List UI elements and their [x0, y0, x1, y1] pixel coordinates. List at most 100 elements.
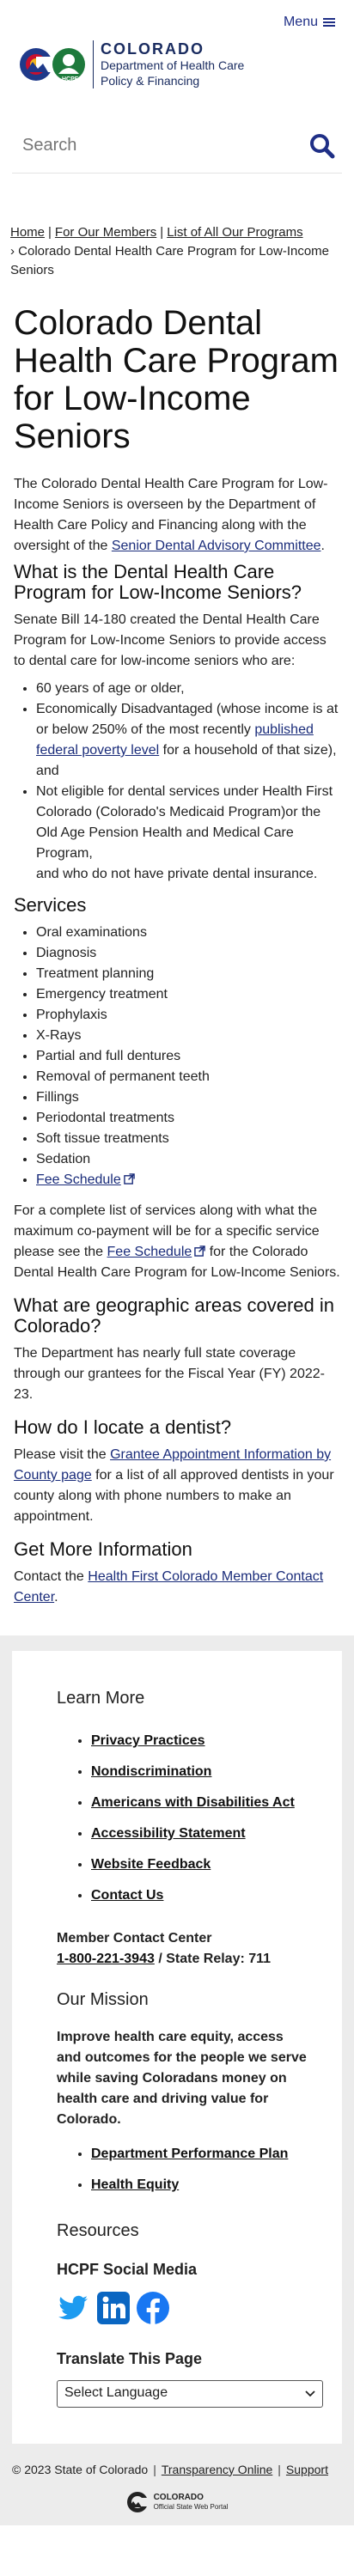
breadcrumb-for-our-members[interactable]: For Our Members	[55, 225, 156, 240]
department-performance-plan-link[interactable]: Department Performance Plan	[91, 2147, 288, 2161]
mission-text: Improve health care equity, access and o…	[57, 2030, 307, 2127]
list-item: Accessibility Statement	[91, 1818, 311, 1849]
footer-bottom-bar: © 2023 State of Colorado | Transparency …	[0, 2443, 354, 2526]
portal-subtitle: Official State Web Portal	[153, 2503, 229, 2512]
list-item: 60 years of age or older,	[36, 679, 340, 699]
contact-us-link[interactable]: Contact Us	[91, 1888, 163, 1903]
geo-heading: What are geographic areas covered in Col…	[14, 1294, 334, 1337]
list-item: Soft tissue treatments	[36, 1129, 340, 1149]
agency-name: COLORADO Department of Health Care Polic…	[101, 40, 244, 88]
agency-dept-line1: Department of Health Care	[101, 58, 245, 72]
more-info-text-before: Contact the	[14, 1569, 88, 1584]
social-links	[57, 2291, 311, 2325]
main-content: Colorado Dental Health Care Program for …	[0, 280, 354, 1608]
list-item: Privacy Practices	[91, 1726, 311, 1757]
breadcrumb-current: Colorado Dental Health Care Program for …	[10, 244, 330, 277]
search-icon[interactable]	[309, 133, 335, 159]
fee-schedule-link[interactable]: Fee Schedule	[36, 1172, 121, 1187]
list-item: Department Performance Plan	[91, 2139, 311, 2170]
list-item: Website Feedback	[91, 1849, 311, 1880]
twitter-icon[interactable]	[57, 2291, 91, 2325]
hcpf-brandmark: HCPF	[19, 38, 88, 91]
list-item: Fee Schedule	[36, 1170, 340, 1191]
health-equity-link[interactable]: Health Equity	[91, 2177, 179, 2192]
footer-bottom-links: © 2023 State of Colorado | Transparency …	[12, 2461, 342, 2480]
list-item: Nondiscrimination	[91, 1757, 311, 1787]
colorado-c-icon	[126, 2492, 149, 2513]
mission-heading: Our Mission	[57, 1990, 149, 2009]
portal-text: COLORADO Official State Web Portal	[154, 2493, 229, 2512]
member-contact-center: Member Contact Center 1-800-221-3943 / S…	[57, 1928, 311, 1970]
breadcrumb-separator: |	[48, 225, 52, 240]
footer-card: Learn More Privacy Practices Nondiscrimi…	[12, 1651, 342, 2444]
portal-name: COLORADO	[153, 2493, 204, 2503]
menu-label: Menu	[283, 15, 318, 29]
logo-divider	[93, 40, 94, 88]
agency-state-name: COLORADO	[101, 40, 204, 58]
list-item: Treatment planning	[36, 964, 340, 984]
more-info-text-after: .	[54, 1590, 58, 1605]
language-select[interactable]: Select Language	[57, 2379, 323, 2408]
list-item: Diagnosis	[36, 943, 340, 964]
hamburger-icon	[323, 16, 335, 28]
list-item: Prophylaxis	[36, 1005, 340, 1026]
search-input[interactable]	[22, 136, 280, 155]
services-list: Oral examinations Diagnosis Treatment pl…	[36, 923, 340, 1191]
site-header: Menu HCPF COLORADO Department of Health …	[0, 0, 354, 103]
list-item: Sedation	[36, 1149, 340, 1170]
breadcrumb-list-of-programs[interactable]: List of All Our Programs	[167, 225, 302, 240]
list-item: Oral examinations	[36, 923, 340, 943]
list-item: Emergency treatment	[36, 984, 340, 1005]
more-info-paragraph: Contact the Health First Colorado Member…	[14, 1567, 340, 1608]
fee-schedule-inline-link[interactable]: Fee Schedule	[107, 1245, 192, 1259]
privacy-practices-link[interactable]: Privacy Practices	[91, 1733, 205, 1748]
section-what-is-heading: What is the Dental Health Care Program f…	[14, 561, 302, 603]
locate-heading: How do I locate a dentist?	[14, 1416, 232, 1438]
linkedin-icon[interactable]	[96, 2291, 131, 2325]
eligibility-list: 60 years of age or older, Economically D…	[36, 679, 340, 885]
facebook-icon[interactable]	[136, 2291, 170, 2325]
locate-paragraph: Please visit the Grantee Appointment Inf…	[14, 1445, 340, 1527]
list-item: Fillings	[36, 1087, 340, 1108]
language-select-value: Select Language	[64, 2385, 168, 2401]
learn-more-list: Privacy Practices Nondiscrimination Amer…	[91, 1726, 311, 1911]
resources-heading: Resources	[57, 2221, 139, 2240]
external-link-icon	[123, 1173, 135, 1184]
menu-button[interactable]: Menu	[284, 12, 335, 33]
mission-links: Department Performance Plan Health Equit…	[91, 2139, 311, 2201]
contact-title: Member Contact Center	[57, 1931, 212, 1946]
hcpf-badge-text: HCPF	[62, 76, 79, 82]
transparency-online-link[interactable]: Transparency Online	[162, 2461, 272, 2480]
site-logo[interactable]: HCPF COLORADO Department of Health Care …	[19, 38, 244, 91]
breadcrumb: Home | For Our Members | List of All Our Pro…	[0, 174, 354, 280]
external-link-icon	[194, 1245, 206, 1257]
list-item: Partial and full dentures	[36, 1046, 340, 1067]
chevron-down-icon	[305, 2390, 315, 2397]
intro-paragraph: The Colorado Dental Health Care Program …	[14, 477, 328, 553]
site-footer: Learn More Privacy Practices Nondiscrimi…	[0, 1635, 354, 2526]
contact-phone-row: 1-800-221-3943 / State Relay: 711	[57, 1949, 311, 1970]
website-feedback-link[interactable]: Website Feedback	[91, 1857, 211, 1872]
translate-heading: Translate This Page	[57, 2349, 203, 2367]
list-item: Periodontal treatments	[36, 1108, 340, 1129]
agency-dept-line2: Policy & Financing	[101, 74, 200, 88]
learn-more-heading: Learn More	[57, 1689, 145, 1708]
fee-schedule-paragraph: For a complete list of services along wi…	[14, 1201, 340, 1283]
nondiscrimination-link[interactable]: Nondiscrimination	[91, 1764, 211, 1779]
contact-phone-link[interactable]: 1-800-221-3943	[57, 1952, 155, 1966]
list-item: X-Rays	[36, 1026, 340, 1046]
footer-separator: |	[153, 2462, 156, 2476]
more-info-heading: Get More Information	[14, 1538, 192, 1560]
bullet3-text: Not eligible for dental services under H…	[36, 784, 333, 861]
search-bar	[12, 119, 342, 174]
ada-link[interactable]: Americans with Disabilities Act	[91, 1795, 295, 1810]
state-web-portal-logo[interactable]: COLORADO Official State Web Portal	[12, 2491, 342, 2513]
senior-dental-advisory-committee-link[interactable]: Senior Dental Advisory Committee	[112, 539, 321, 553]
copyright-text: © 2023 State of Colorado	[12, 2462, 149, 2476]
social-heading: HCPF Social Media	[57, 2261, 198, 2278]
accessibility-statement-link[interactable]: Accessibility Statement	[91, 1826, 246, 1841]
list-item: Not eligible for dental services under H…	[36, 782, 340, 885]
support-link[interactable]: Support	[286, 2461, 328, 2480]
breadcrumb-home[interactable]: Home	[10, 225, 45, 240]
list-item: Economically Disadvantaged (whose income…	[36, 699, 340, 782]
